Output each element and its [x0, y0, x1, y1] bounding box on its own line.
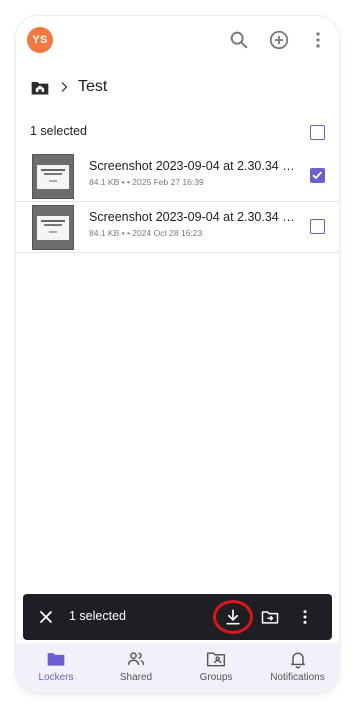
file-meta: 84.1 KB • • 2025 Feb 27 16:39	[89, 177, 204, 187]
breadcrumb-current-folder[interactable]: Test	[78, 78, 107, 96]
breadcrumb: Test	[30, 74, 107, 100]
nav-label: Shared	[119, 672, 153, 683]
move-to-folder-icon[interactable]	[258, 605, 282, 629]
file-name: Screenshot 2023-09-04 at 2.30.34 PM (cop…	[89, 210, 303, 224]
more-vert-icon[interactable]	[293, 605, 317, 629]
more-vert-icon[interactable]	[306, 28, 330, 52]
selection-action-bar: 1 selected	[23, 594, 332, 640]
file-date: • 2025 Feb 27 16:39	[126, 177, 204, 187]
download-icon[interactable]	[221, 605, 245, 629]
add-circle-icon[interactable]	[267, 28, 291, 52]
nav-label: Notifications	[270, 672, 325, 683]
select-all-checkbox[interactable]	[310, 125, 325, 140]
folder-icon	[47, 653, 65, 666]
file-name: Screenshot 2023-09-04 at 2.30.34 PM (cop…	[89, 159, 303, 173]
nav-item-groups[interactable]: Groups	[176, 649, 256, 689]
file-date: • 2024 Oct 28 16:23	[126, 228, 203, 238]
file-meta: 84.1 KB • • 2024 Oct 28 16:23	[89, 228, 202, 238]
nav-label: Groups	[199, 672, 233, 683]
row-checkbox[interactable]	[310, 219, 325, 234]
people-icon	[127, 652, 145, 665]
top-app-bar: YS	[16, 16, 339, 64]
file-thumbnail	[32, 154, 74, 199]
file-size: 84.1 KB •	[89, 177, 125, 187]
locker-home-icon[interactable]	[30, 77, 50, 97]
list-item[interactable]: Screenshot 2023-09-04 at 2.30.34 PM (cop…	[16, 202, 339, 253]
row-divider	[16, 252, 339, 253]
nav-label: Lockers	[38, 672, 74, 683]
bottom-navigation: Lockers Shared Groups Notifications	[16, 643, 339, 693]
nav-item-notifications[interactable]: Notifications	[256, 649, 339, 689]
app-screen: YS Test 1 selected Screenshot 2023-09-04…	[16, 16, 339, 693]
search-icon[interactable]	[227, 28, 251, 52]
avatar[interactable]: YS	[27, 27, 53, 53]
bell-icon	[290, 652, 305, 669]
nav-item-lockers[interactable]: Lockers	[16, 649, 96, 689]
close-icon[interactable]	[37, 608, 55, 626]
selection-header: 1 selected	[16, 120, 339, 144]
row-checkbox[interactable]	[310, 168, 325, 183]
selected-count-label: 1 selected	[30, 124, 87, 138]
file-size: 84.1 KB •	[89, 228, 125, 238]
chevron-right-icon	[58, 81, 70, 93]
action-bar-selected-label: 1 selected	[69, 609, 126, 623]
file-thumbnail	[32, 205, 74, 250]
group-folder-icon	[206, 652, 226, 667]
nav-item-shared[interactable]: Shared	[96, 649, 176, 689]
list-item[interactable]: Screenshot 2023-09-04 at 2.30.34 PM (cop…	[16, 151, 339, 202]
